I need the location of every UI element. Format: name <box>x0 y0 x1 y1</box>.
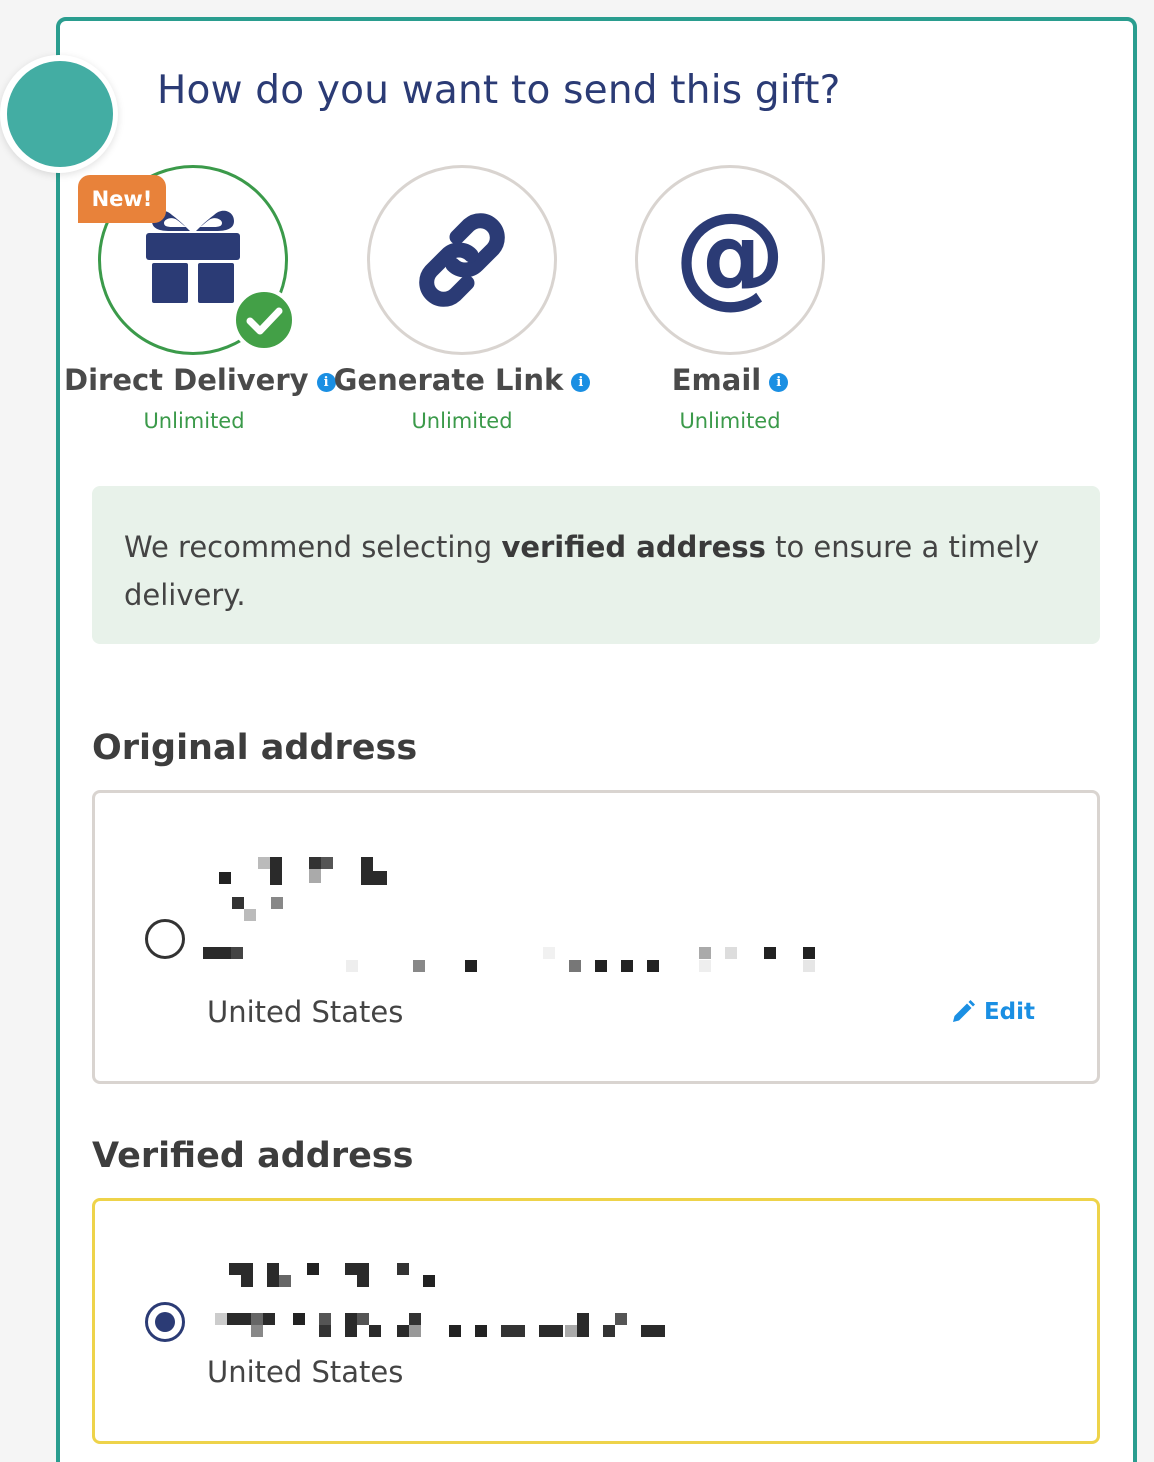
option-sub: Unlimited <box>679 409 781 433</box>
option-sub: Unlimited <box>411 409 513 433</box>
info-icon[interactable]: i <box>571 373 591 392</box>
original-address-heading: Original address <box>92 728 418 768</box>
option-circle[interactable] <box>367 165 557 355</box>
option-label: Direct Delivery i <box>64 363 336 397</box>
original-address-radio[interactable] <box>145 919 185 959</box>
option-label: Email i <box>600 363 860 397</box>
at-sign-icon: @ <box>674 190 786 320</box>
pencil-icon <box>952 1000 975 1022</box>
option-label: Generate Link i <box>332 363 592 397</box>
notice-text: We recommend selecting <box>124 530 502 564</box>
info-icon[interactable]: i <box>769 373 789 392</box>
option-label-text: Email <box>671 363 762 397</box>
check-icon <box>232 288 296 352</box>
option-label-text: Generate Link <box>333 363 564 397</box>
option-circle[interactable]: @ <box>635 165 825 355</box>
edit-address-link[interactable]: Edit <box>950 999 1035 1025</box>
link-icon <box>419 213 505 307</box>
option-label-text: Direct Delivery <box>64 363 309 397</box>
option-sub: Unlimited <box>143 409 245 433</box>
notice-bold-text: verified address <box>501 530 766 564</box>
verified-country: United States <box>207 1355 404 1389</box>
original-country: United States <box>207 995 404 1029</box>
page-title: How do you want to send this gift? <box>157 68 841 113</box>
step-badge <box>0 55 118 173</box>
step-badge-circle <box>7 61 113 167</box>
original-address-card[interactable]: United States Edit <box>92 790 1100 1084</box>
verified-address-heading: Verified address <box>92 1136 414 1176</box>
recommendation-notice: We recommend selecting verified address … <box>92 486 1100 644</box>
new-badge: New! <box>78 175 166 223</box>
edit-label[interactable]: Edit <box>984 999 1035 1025</box>
verified-address-radio[interactable] <box>145 1302 185 1342</box>
verified-address-card[interactable]: United States <box>92 1198 1100 1444</box>
svg-text:@: @ <box>674 190 786 320</box>
